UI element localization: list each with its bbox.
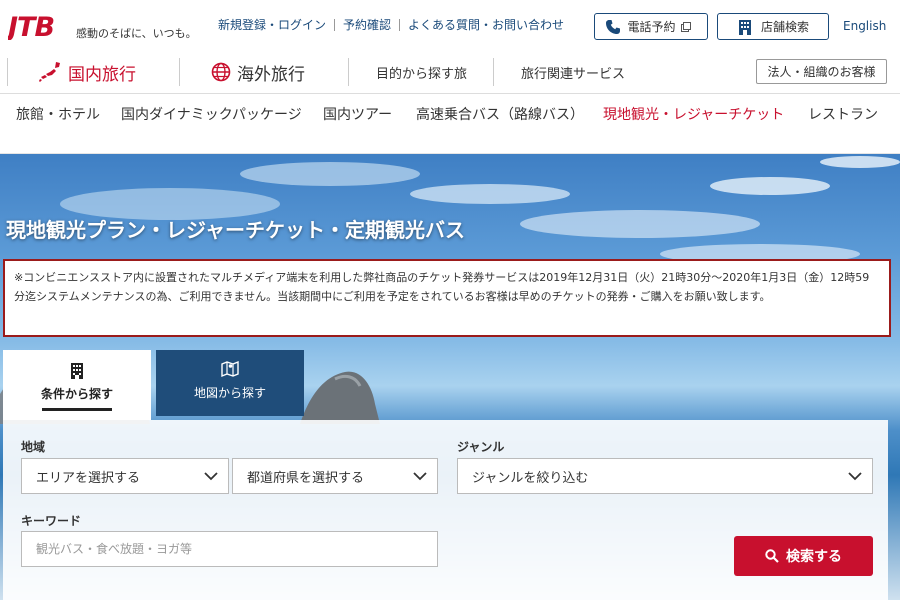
register-login-link[interactable]: 新規登録・ログイン	[210, 16, 334, 33]
nav-separator	[7, 58, 8, 86]
nav-overseas-travel[interactable]: 海外旅行	[211, 50, 305, 94]
search-icon	[765, 549, 779, 563]
tagline: 感動のそばに、いつも。	[76, 27, 197, 40]
svg-text:JTB: JTB	[8, 12, 54, 40]
nav-overseas-label: 海外旅行	[237, 64, 305, 85]
page-title: 現地観光プラン・レジャーチケット・定期観光バス	[6, 218, 465, 242]
subnav-item-domestic-tour[interactable]: 国内ツアー	[323, 106, 393, 125]
keyword-input[interactable]	[21, 531, 438, 567]
area-select[interactable]: エリアを選択する	[21, 458, 229, 494]
top-bar: JTB 感動のそばに、いつも。 新規登録・ログイン 予約確認 よくある質問・お問…	[0, 0, 900, 50]
jtb-logo[interactable]: JTB	[3, 10, 68, 43]
tab-search-by-conditions[interactable]: 条件から探す	[3, 350, 151, 420]
english-link[interactable]: English	[843, 19, 886, 33]
sub-nav: 旅館・ホテル 国内ダイナミックパッケージ 国内ツアー 高速乗合バス（路線バス） …	[0, 94, 900, 154]
chevron-down-icon	[413, 472, 427, 481]
hero-section: 現地観光プラン・レジャーチケット・定期観光バス ※コンビニエンスストア内に設置さ…	[0, 154, 900, 600]
chevron-down-icon	[204, 472, 218, 481]
tab-map-label: 地図から探す	[193, 386, 266, 400]
store-search-button[interactable]: 店舗検索	[717, 13, 829, 40]
keyword-label: キーワード	[21, 514, 82, 528]
nav-domestic-travel[interactable]: 国内旅行	[38, 50, 136, 94]
external-window-icon	[680, 21, 691, 32]
subnav-item-hotels[interactable]: 旅館・ホテル	[16, 106, 100, 125]
active-tab-indicator	[42, 408, 112, 411]
nav-domestic-label: 国内旅行	[68, 64, 136, 85]
search-panel: 地域 エリアを選択する 都道府県を選択する ジャンル ジャンルを絞り込む キーワ…	[3, 420, 888, 600]
reservation-check-link[interactable]: 予約確認	[335, 16, 399, 33]
tab-conditions-label: 条件から探す	[40, 387, 113, 401]
prefecture-select-value: 都道府県を選択する	[247, 470, 365, 486]
genre-select-value: ジャンルを絞り込む	[472, 470, 589, 486]
nav-separator	[348, 58, 349, 86]
main-nav: 国内旅行 海外旅行 目的から探す旅 旅行関連サービス 法人・組織のお客様	[0, 50, 900, 94]
store-search-label: 店舗検索	[760, 20, 809, 34]
chevron-down-icon	[848, 472, 862, 481]
genre-select[interactable]: ジャンルを絞り込む	[457, 458, 873, 494]
phone-reservation-label: 電話予約	[627, 20, 676, 34]
area-select-value: エリアを選択する	[36, 470, 141, 486]
prefecture-select[interactable]: 都道府県を選択する	[232, 458, 438, 494]
subnav-item-restaurant[interactable]: レストラン	[808, 106, 878, 125]
subnav-item-highway-bus[interactable]: 高速乗合バス（路線バス）	[416, 106, 584, 125]
corporate-customers-button[interactable]: 法人・組織のお客様	[756, 59, 887, 84]
phone-icon	[606, 19, 621, 34]
nav-separator	[179, 58, 180, 86]
maintenance-notice: ※コンビニエンスストア内に設置されたマルチメディア端末を利用した弊社商品のチケッ…	[3, 259, 891, 337]
subnav-item-dynamic-package[interactable]: 国内ダイナミックパッケージ	[121, 106, 303, 125]
building-icon	[738, 19, 751, 35]
tab-search-by-map[interactable]: 地図から探す	[156, 350, 304, 416]
globe-icon	[211, 62, 231, 82]
faq-contact-link[interactable]: よくある質問・お問い合わせ	[400, 16, 572, 33]
phone-reservation-button[interactable]: 電話予約	[594, 13, 708, 40]
japan-map-icon	[39, 62, 60, 82]
region-label: 地域	[21, 440, 46, 454]
search-button[interactable]: 検索する	[734, 536, 873, 576]
nav-purpose-travel[interactable]: 目的から探す旅	[376, 50, 467, 94]
building-icon	[71, 363, 83, 379]
subnav-item-leisure-tickets[interactable]: 現地観光・レジャーチケット	[603, 106, 785, 125]
search-button-label: 検索する	[786, 549, 842, 565]
nav-separator	[493, 58, 494, 86]
genre-label: ジャンル	[457, 440, 505, 454]
map-icon	[221, 360, 239, 378]
jtb-logo-icon: JTB	[3, 12, 55, 43]
utility-links: 新規登録・ログイン 予約確認 よくある質問・お問い合わせ	[210, 16, 572, 33]
nav-related-services[interactable]: 旅行関連サービス	[521, 50, 625, 94]
